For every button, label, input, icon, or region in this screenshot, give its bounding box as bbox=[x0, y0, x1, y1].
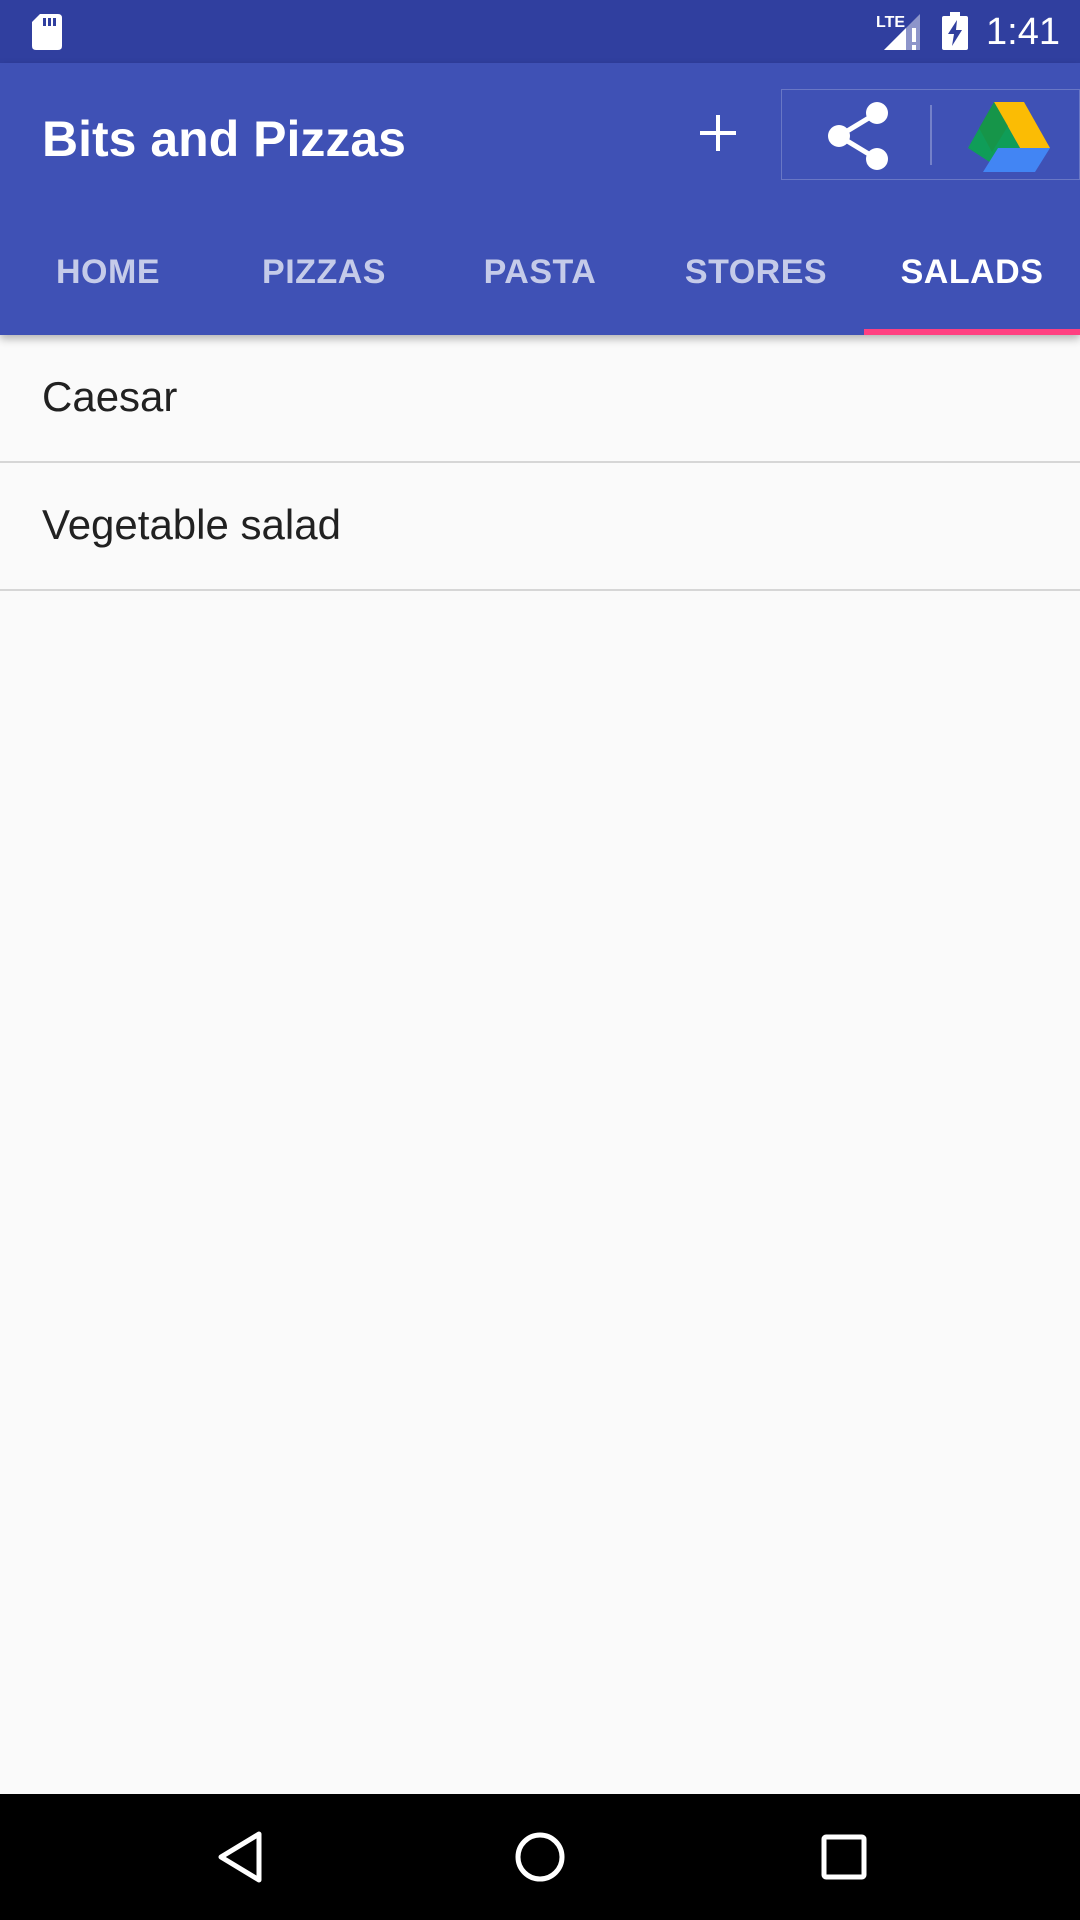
list-item-label: Caesar bbox=[42, 373, 178, 420]
tab-label: HOME bbox=[56, 253, 160, 291]
sd-card-icon bbox=[32, 14, 62, 50]
salad-list: Caesar Vegetable salad bbox=[0, 335, 1080, 591]
signal-icon: LTE bbox=[876, 14, 920, 50]
list-item-label: Vegetable salad bbox=[42, 501, 341, 548]
tab-label: STORES bbox=[684, 253, 828, 291]
tab-bar: HOME PIZZAS PASTA STORES SALADS bbox=[0, 210, 1080, 335]
share-action-group bbox=[781, 89, 1080, 180]
status-bar: LTE 1:41 bbox=[0, 0, 1080, 63]
navigation-bar bbox=[0, 1794, 1080, 1920]
plus-icon bbox=[700, 115, 736, 151]
back-icon bbox=[218, 1831, 262, 1883]
tab-pasta[interactable]: PASTA bbox=[432, 210, 648, 335]
toolbar: Bits and Pizzas bbox=[0, 63, 1080, 210]
battery-charging-icon bbox=[942, 12, 968, 50]
app-bar: Bits and Pizzas HOME PIZZAS PASTA STORES… bbox=[0, 63, 1080, 335]
app-title: Bits and Pizzas bbox=[42, 111, 406, 167]
back-button[interactable] bbox=[200, 1817, 280, 1897]
share-button[interactable] bbox=[818, 98, 898, 174]
action-divider bbox=[930, 105, 932, 165]
home-button[interactable] bbox=[500, 1817, 580, 1897]
tab-label: SALADS bbox=[900, 253, 1044, 291]
list-item-caesar[interactable]: Caesar bbox=[0, 335, 1080, 463]
share-icon bbox=[828, 102, 888, 170]
tab-stores[interactable]: STORES bbox=[648, 210, 864, 335]
list-item-vegetable-salad[interactable]: Vegetable salad bbox=[0, 463, 1080, 591]
tab-salads[interactable]: SALADS bbox=[864, 210, 1080, 335]
tab-pizzas[interactable]: PIZZAS bbox=[216, 210, 432, 335]
recents-icon bbox=[821, 1834, 867, 1880]
tab-label: PASTA bbox=[483, 253, 597, 291]
google-drive-icon bbox=[968, 102, 1050, 172]
tab-label: PIZZAS bbox=[262, 253, 386, 291]
tab-home[interactable]: HOME bbox=[0, 210, 216, 335]
status-time: 1:41 bbox=[986, 11, 1060, 53]
home-icon bbox=[515, 1832, 565, 1882]
network-type-label: LTE bbox=[876, 14, 905, 31]
add-button[interactable] bbox=[686, 101, 750, 165]
google-drive-button[interactable] bbox=[964, 96, 1054, 176]
active-tab-indicator bbox=[864, 329, 1080, 335]
recents-button[interactable] bbox=[804, 1817, 884, 1897]
